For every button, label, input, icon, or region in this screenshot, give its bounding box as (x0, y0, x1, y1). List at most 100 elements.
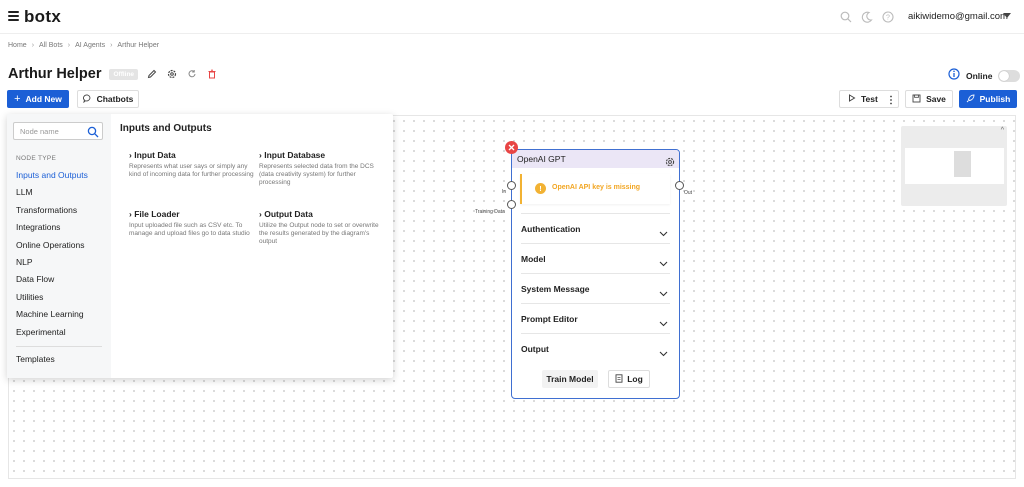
help-icon[interactable]: ? (880, 9, 895, 24)
node-card-title-text: File Loader (134, 209, 180, 219)
refresh-icon[interactable] (186, 68, 198, 80)
more-options-icon[interactable] (886, 93, 896, 105)
node-search-input[interactable] (20, 126, 82, 137)
minimap[interactable]: ^ (901, 126, 1007, 206)
training-data-port[interactable] (507, 200, 516, 209)
node-card-input-database[interactable]: › Input Database Represents selected dat… (259, 150, 384, 187)
breadcrumb-home[interactable]: Home (8, 42, 27, 49)
divider (16, 346, 102, 347)
node-card-input-data[interactable]: › Input Data Represents what user says o… (129, 150, 254, 179)
log-label: Log (627, 374, 643, 384)
chevron-down-icon (659, 224, 668, 242)
close-icon[interactable] (505, 141, 518, 154)
section-output[interactable]: Output (521, 333, 670, 363)
output-port[interactable] (675, 181, 684, 190)
category-llm[interactable]: LLM (16, 186, 88, 203)
section-model[interactable]: Model (521, 243, 670, 273)
add-new-button[interactable]: + Add New (7, 90, 69, 108)
online-toggle[interactable] (998, 70, 1021, 82)
minimap-node (954, 151, 971, 177)
gear-icon[interactable] (665, 154, 675, 172)
section-label: Model (521, 254, 546, 264)
node-card-description: Utilize the Output node to set or overwr… (259, 222, 379, 245)
node-card-file-loader[interactable]: › File Loader Input uploaded file such a… (129, 209, 254, 238)
add-new-label: Add New (25, 94, 62, 104)
user-email[interactable]: aikiwidemo@gmail.com (908, 11, 1008, 22)
section-label: Prompt Editor (521, 314, 578, 324)
openai-gpt-node[interactable]: OpenAI GPT ! OpenAI API key is missing A… (511, 149, 680, 399)
node-header[interactable]: OpenAI GPT (512, 150, 679, 168)
category-list: Inputs and Outputs LLM Transformations I… (16, 169, 88, 343)
chevron-down-icon (659, 314, 668, 332)
node-card-title-text: Output Data (264, 209, 313, 219)
top-bar: botx ? aikiwidemo@gmail.com (0, 0, 1024, 34)
edit-icon[interactable] (146, 68, 158, 80)
chevron-up-icon[interactable]: ^ (1001, 127, 1004, 134)
svg-text:?: ? (886, 14, 890, 21)
warning-icon: ! (535, 183, 546, 194)
delete-icon[interactable] (206, 68, 218, 80)
node-title: OpenAI GPT (517, 154, 566, 164)
api-key-warning: ! OpenAI API key is missing (520, 174, 670, 204)
chatbots-label: Chatbots (96, 94, 134, 104)
menu-icon[interactable] (8, 11, 19, 21)
search-icon[interactable] (838, 9, 853, 24)
moon-icon[interactable] (859, 9, 874, 24)
online-label: Online (966, 71, 993, 81)
category-online-operations[interactable]: Online Operations (16, 239, 88, 256)
node-card-title: › Output Data (259, 209, 313, 219)
warning-text: OpenAI API key is missing (552, 184, 641, 191)
input-port[interactable] (507, 181, 516, 190)
save-icon (912, 94, 921, 105)
node-card-description: Represents selected data from the DCS (d… (259, 163, 374, 186)
category-transformations[interactable]: Transformations (16, 204, 88, 221)
log-button[interactable]: Log (608, 370, 650, 388)
status-badge: Offline (109, 68, 139, 80)
section-prompt-editor[interactable]: Prompt Editor (521, 303, 670, 333)
breadcrumb-ai-agents[interactable]: AI Agents (75, 42, 105, 49)
rocket-icon (966, 94, 975, 105)
category-nlp[interactable]: NLP (16, 256, 88, 273)
category-integrations[interactable]: Integrations (16, 221, 88, 238)
node-search[interactable] (13, 122, 103, 140)
train-model-button[interactable]: Train Model (542, 370, 598, 388)
input-port-label: In (502, 189, 507, 195)
section-authentication[interactable]: Authentication (521, 213, 670, 243)
page-title: Arthur Helper (8, 66, 102, 82)
node-card-description: Represents what user says or simply any … (129, 163, 254, 178)
section-system-message[interactable]: System Message (521, 273, 670, 303)
breadcrumb-all-bots[interactable]: All Bots (39, 42, 63, 49)
settings-icon[interactable] (166, 68, 178, 80)
node-type-sidebar: NODE TYPE Inputs and Outputs LLM Transfo… (7, 114, 111, 378)
section-label: Output (521, 344, 549, 354)
node-card-title: › Input Data (129, 150, 176, 160)
category-utilities[interactable]: Utilities (16, 291, 88, 308)
plus-icon: + (14, 93, 21, 105)
category-inputs-and-outputs[interactable]: Inputs and Outputs (16, 169, 88, 186)
train-model-label: Train Model (546, 374, 594, 384)
search-icon[interactable] (87, 125, 99, 143)
brand-logo[interactable]: botx (24, 7, 61, 27)
category-data-flow[interactable]: Data Flow (16, 273, 88, 290)
section-label: System Message (521, 284, 590, 294)
section-title: Inputs and Outputs (120, 123, 212, 134)
document-icon (615, 373, 623, 385)
chevron-down-icon[interactable] (1003, 13, 1011, 18)
node-card-description: Input uploaded file such as CSV etc. To … (129, 222, 250, 237)
add-node-panel: NODE TYPE Inputs and Outputs LLM Transfo… (7, 114, 393, 378)
node-card-output-data[interactable]: › Output Data Utilize the Output node to… (259, 209, 384, 246)
chatbots-button[interactable]: Chatbots (77, 90, 139, 108)
node-card-title-text: Input Data (134, 150, 176, 160)
chevron-right-icon: › (110, 42, 113, 49)
chevron-down-icon (659, 344, 668, 362)
save-button[interactable]: Save (905, 90, 953, 108)
templates-link[interactable]: Templates (16, 354, 55, 364)
info-icon[interactable] (948, 67, 960, 85)
category-experimental[interactable]: Experimental (16, 326, 88, 343)
chevron-down-icon (659, 254, 668, 272)
chevron-right-icon: › (67, 42, 71, 49)
category-machine-learning[interactable]: Machine Learning (16, 308, 88, 325)
play-icon (848, 94, 856, 104)
test-label: Test (861, 94, 878, 104)
publish-button[interactable]: Publish (959, 90, 1017, 108)
